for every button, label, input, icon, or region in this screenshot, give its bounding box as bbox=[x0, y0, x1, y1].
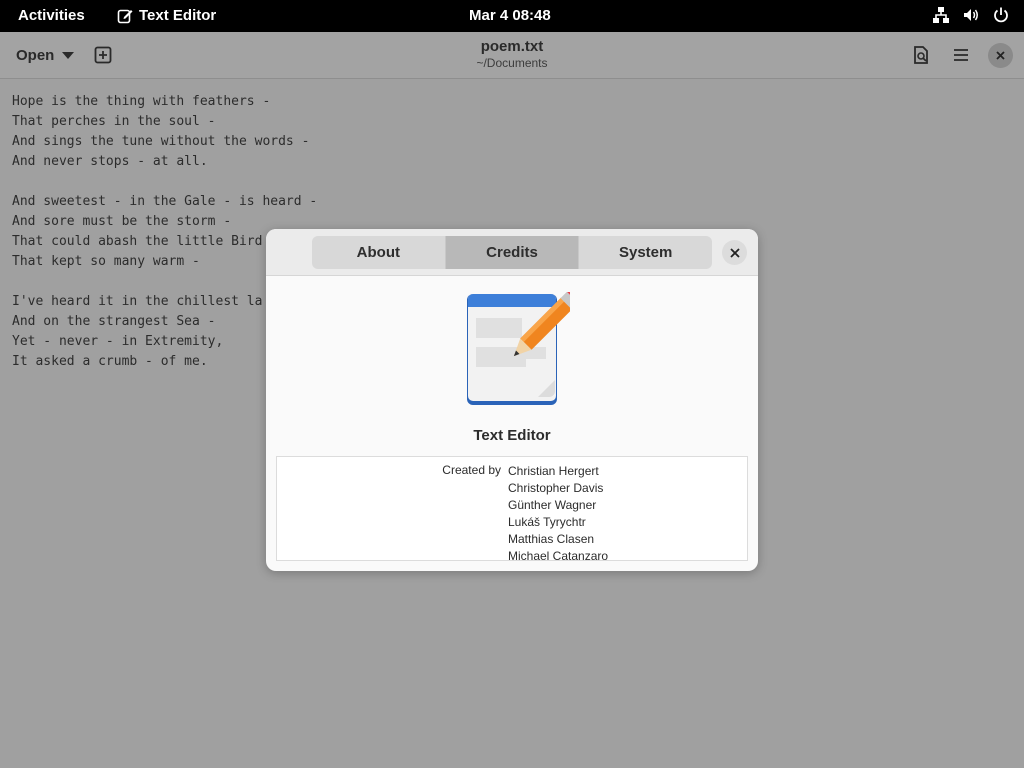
document-path: ~/Documents bbox=[476, 56, 548, 70]
close-dialog-button[interactable] bbox=[722, 240, 747, 265]
credits-label: Created by bbox=[442, 463, 501, 477]
tab-switcher: About Credits System bbox=[312, 236, 712, 269]
document-search-icon[interactable] bbox=[910, 44, 932, 66]
credits-list[interactable]: Created by Christian Hergert Christopher… bbox=[276, 456, 748, 561]
activities-button[interactable]: Activities bbox=[18, 7, 85, 24]
text-editor-logo bbox=[467, 292, 570, 405]
text-line: And sweetest - in the Gale - is heard - bbox=[12, 194, 318, 209]
credit-name: Michael Catanzaro bbox=[508, 549, 609, 561]
clock[interactable]: Mar 4 08:48 bbox=[469, 7, 551, 24]
text-line: Hope is the thing with feathers - bbox=[12, 94, 271, 109]
text-line: And sings the tune without the words - bbox=[12, 134, 310, 149]
document-title: poem.txt bbox=[480, 38, 544, 55]
credit-name: Christopher Davis bbox=[508, 481, 604, 495]
volume-icon[interactable] bbox=[962, 6, 980, 24]
dialog-header: About Credits System bbox=[266, 229, 758, 276]
credit-name: Günther Wagner bbox=[508, 498, 597, 512]
text-editor-icon bbox=[117, 9, 133, 23]
app-menu[interactable]: Text Editor bbox=[117, 7, 216, 24]
tab-system[interactable]: System bbox=[579, 236, 712, 269]
network-icon[interactable] bbox=[932, 6, 950, 24]
system-tray[interactable] bbox=[932, 6, 1010, 24]
text-line bbox=[12, 172, 317, 192]
tab-about[interactable]: About bbox=[312, 236, 446, 269]
power-icon[interactable] bbox=[992, 6, 1010, 24]
about-dialog: About Credits System Text Editor Created… bbox=[266, 229, 758, 571]
credits-names: Christian Hergert Christopher Davis Günt… bbox=[508, 463, 609, 561]
close-icon bbox=[996, 51, 1005, 60]
text-line: And never stops - at all. bbox=[12, 154, 208, 169]
app-name-label: Text Editor bbox=[139, 7, 217, 24]
close-window-button[interactable] bbox=[988, 43, 1013, 68]
tab-credits[interactable]: Credits bbox=[445, 236, 580, 269]
credit-name: Christian Hergert bbox=[508, 464, 599, 478]
dialog-app-name: Text Editor bbox=[473, 427, 551, 444]
hamburger-menu-icon[interactable] bbox=[950, 44, 972, 66]
header-bar: Open poem.txt ~/Documents bbox=[0, 32, 1024, 79]
credit-name: Matthias Clasen bbox=[508, 532, 595, 546]
close-icon bbox=[729, 247, 740, 258]
top-bar: Activities Text Editor Mar 4 08:48 bbox=[0, 0, 1024, 32]
text-line: That perches in the soul - bbox=[12, 114, 216, 129]
credit-name: Lukáš Tyrychtr bbox=[508, 515, 586, 529]
